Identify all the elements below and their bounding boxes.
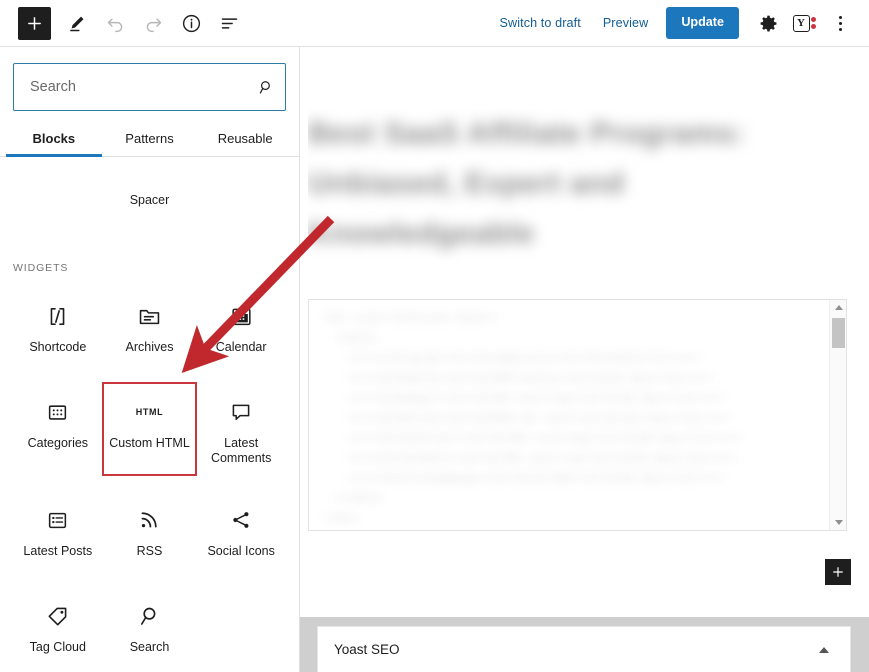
- block-item-calendar[interactable]: Calendar: [195, 288, 287, 366]
- yoast-letter: Y: [793, 15, 810, 32]
- block-item-archives[interactable]: Archives: [104, 288, 196, 366]
- list-box-icon: [46, 506, 69, 534]
- tab-reusable[interactable]: Reusable: [197, 125, 293, 156]
- block-item-categories[interactable]: Categories: [12, 384, 104, 474]
- wordpress-block-editor: Switch to draft Preview Update Y: [0, 0, 869, 672]
- block-item-spacer-label[interactable]: Spacer: [104, 188, 196, 207]
- widgets-block-grid: Shortcode Archives: [0, 274, 299, 666]
- top-bar-right-actions: Switch to draft Preview Update Y: [490, 6, 869, 40]
- post-title-text: Best SaaS Affiliate Programs: Unbiased, …: [308, 109, 848, 259]
- details-info-button[interactable]: [174, 6, 208, 40]
- meta-boxes-area: Yoast SEO: [300, 617, 869, 672]
- yoast-status-dots: [811, 17, 816, 29]
- block-item-label: Latest Posts: [23, 544, 92, 559]
- block-item-latest-posts[interactable]: Latest Posts: [12, 492, 104, 570]
- preview-button[interactable]: Preview: [593, 10, 659, 36]
- search-icon[interactable]: [258, 79, 275, 96]
- custom-html-block[interactable]: <div class="affiliate-table"> <table> <t…: [308, 299, 847, 531]
- block-item-search[interactable]: Search: [104, 588, 196, 666]
- block-item-label: Social Icons: [207, 544, 274, 559]
- section-title-widgets: WIDGETS: [0, 207, 299, 274]
- chevron-up-icon[interactable]: [814, 640, 834, 660]
- yoast-seo-icon: Y: [793, 15, 816, 32]
- yoast-seo-metabox-title: Yoast SEO: [334, 642, 400, 657]
- list-view-button[interactable]: [212, 6, 246, 40]
- html-icon: HTML: [136, 398, 163, 426]
- more-options-button[interactable]: [823, 6, 857, 40]
- tools-pencil-button[interactable]: [60, 6, 94, 40]
- pencil-icon: [67, 13, 87, 33]
- custom-html-block-scrollbar-thumb[interactable]: [832, 318, 845, 348]
- list-view-icon: [219, 13, 240, 34]
- update-button[interactable]: Update: [666, 7, 739, 38]
- tab-patterns[interactable]: Patterns: [102, 125, 198, 156]
- tab-blocks[interactable]: Blocks: [6, 125, 102, 156]
- info-icon: [181, 13, 202, 34]
- section-title-embeds: EMBEDS: [0, 666, 299, 672]
- plus-icon: [831, 565, 845, 579]
- gear-icon: [759, 14, 778, 33]
- undo-button[interactable]: [98, 6, 132, 40]
- calendar-icon: [230, 302, 253, 330]
- plus-icon: [26, 15, 43, 32]
- block-inserter-panel: Blocks Patterns Reusable Spacer WIDGETS: [0, 47, 300, 672]
- add-block-toggle-button[interactable]: [18, 7, 51, 40]
- block-item-label: Tag Cloud: [30, 640, 86, 655]
- inserter-scroll-region: Spacer WIDGETS Shortcode: [0, 188, 299, 672]
- block-item-shortcode[interactable]: Shortcode: [12, 288, 104, 366]
- html-icon-text: HTML: [136, 407, 163, 417]
- editor-canvas: Best SaaS Affiliate Programs: Unbiased, …: [300, 47, 869, 672]
- comment-bubble-icon: [229, 398, 253, 426]
- settings-button[interactable]: [751, 6, 785, 40]
- shortcode-icon: [45, 302, 70, 330]
- undo-icon: [105, 13, 126, 34]
- block-item-social-icons[interactable]: Social Icons: [195, 492, 287, 570]
- block-item-label: RSS: [137, 544, 163, 559]
- redo-button[interactable]: [136, 6, 170, 40]
- block-item-label: Shortcode: [29, 340, 86, 355]
- block-item-rss[interactable]: RSS: [104, 492, 196, 570]
- block-item-custom-html[interactable]: HTML Custom HTML: [102, 382, 198, 476]
- editor-top-bar: Switch to draft Preview Update Y: [0, 0, 869, 47]
- block-item-label: Calendar: [216, 340, 267, 355]
- rss-icon: [137, 506, 161, 534]
- share-icon: [229, 506, 253, 534]
- tag-icon: [46, 602, 70, 630]
- block-item-label: Custom HTML: [109, 436, 190, 451]
- block-item-latest-comments[interactable]: Latest Comments: [195, 384, 287, 474]
- scroll-down-arrow-icon[interactable]: [830, 515, 847, 530]
- yoast-seo-metabox[interactable]: Yoast SEO: [317, 626, 851, 672]
- custom-html-block-scrollbar[interactable]: [829, 300, 846, 530]
- block-item-label: Categories: [28, 436, 88, 451]
- block-item-label: Archives: [126, 340, 174, 355]
- categories-grid-icon: [46, 398, 69, 426]
- inserter-tabs: Blocks Patterns Reusable: [0, 125, 299, 157]
- post-title[interactable]: Best SaaS Affiliate Programs: Unbiased, …: [308, 109, 848, 284]
- yoast-seo-button[interactable]: Y: [787, 6, 821, 40]
- block-item-label: Search: [130, 640, 170, 655]
- archive-folder-icon: [137, 302, 162, 330]
- scroll-up-arrow-icon[interactable]: [830, 300, 847, 315]
- search-input[interactable]: [14, 64, 285, 110]
- append-block-button[interactable]: [825, 559, 851, 585]
- redo-icon: [143, 13, 164, 34]
- search-box[interactable]: [13, 63, 286, 111]
- kebab-menu-icon: [839, 16, 842, 31]
- top-bar-left-tools: [0, 6, 246, 40]
- search-magnifier-icon: [137, 602, 161, 630]
- block-item-tag-cloud[interactable]: Tag Cloud: [12, 588, 104, 666]
- switch-to-draft-button[interactable]: Switch to draft: [490, 10, 591, 36]
- block-item-label: Latest Comments: [197, 436, 285, 466]
- inserter-search-area: [0, 47, 299, 111]
- partial-block-row: Spacer: [0, 188, 299, 207]
- custom-html-block-content[interactable]: <div class="affiliate-table"> <table> <t…: [323, 310, 824, 530]
